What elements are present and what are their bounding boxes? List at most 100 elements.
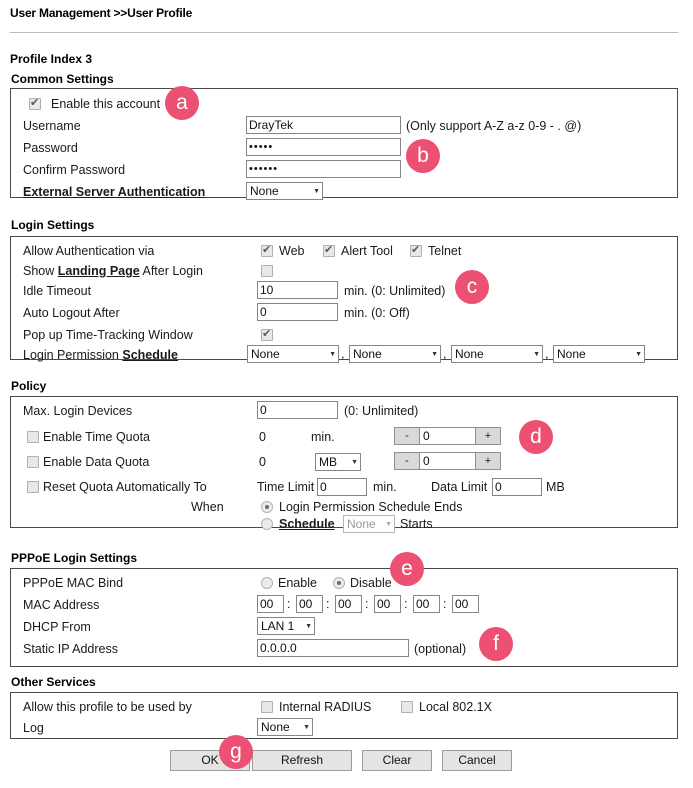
data-quota-unit-select[interactable]: MB [315,453,361,471]
static-ip-hint: (optional) [414,642,467,656]
page-title: Profile Index 3 [10,52,93,66]
when-schedule-link[interactable]: Schedule [279,514,335,534]
user-profile-page: User Management >>User Profile Profile I… [0,0,693,788]
username-hint: (Only support A-Z a-z 0-9 - . @) [406,119,582,133]
auto-logout-label: Auto Logout After [23,306,120,320]
when-schedule-ends-radio[interactable] [261,501,273,513]
login-schedule-select-1[interactable]: None [247,345,339,363]
auth-alert-tool-checkbox[interactable] [323,243,335,257]
mac-octet-1[interactable] [257,595,284,613]
password-input[interactable] [246,138,401,156]
dhcp-from-select[interactable]: LAN 1 [257,617,315,635]
pppoe-box: PPPoE MAC Bind Enable Disable MAC Addres… [10,568,678,667]
schedule-separator-2: , [443,347,447,361]
when-schedule-starts-suffix: Starts [400,517,433,531]
time-quota-stepper-value[interactable]: 0 [420,427,475,445]
local-8021x-label: Local 802.1X [419,700,492,714]
enable-account-label: Enable this account [51,97,161,111]
mac-separator-5: : [443,597,447,611]
time-quota-minus-button[interactable]: - [394,427,420,445]
auth-web-checkbox[interactable] [261,243,273,257]
max-login-devices-label: Max. Login Devices [23,404,133,418]
pppoe-enable-radio[interactable] [261,577,273,589]
breadcrumb: User Management >>User Profile [10,6,193,20]
login-schedule-select-4[interactable]: None [553,345,645,363]
mac-octet-4[interactable] [374,595,401,613]
max-login-devices-hint: (0: Unlimited) [344,404,419,418]
refresh-button[interactable]: Refresh [252,750,352,771]
time-quota-plus-button[interactable]: + [475,427,501,445]
login-permission-schedule-link[interactable]: Schedule [122,348,178,362]
section-title-login-settings: Login Settings [11,218,95,232]
static-ip-input[interactable] [257,639,409,657]
mac-separator-2: : [326,597,330,611]
max-login-devices-input[interactable] [257,401,338,419]
log-label: Log [23,721,44,735]
time-limit-label: Time Limit [257,480,315,494]
annotation-marker-g: g [219,735,253,769]
external-auth-select[interactable]: None [246,182,323,200]
other-services-box: Allow this profile to be used by Interna… [10,692,678,739]
static-ip-label: Static IP Address [23,642,118,656]
mac-address-label: MAC Address [23,598,100,612]
login-schedule-select-2[interactable]: None [349,345,441,363]
annotation-marker-e: e [390,552,424,586]
popup-time-tracking-label: Pop up Time-Tracking Window [23,328,193,342]
clear-button[interactable]: Clear [362,750,432,771]
auto-logout-input[interactable] [257,303,338,321]
mac-octet-3[interactable] [335,595,362,613]
internal-radius-label: Internal RADIUS [279,700,372,714]
landing-prefix: Show [23,264,58,278]
auth-telnet-label: Telnet [428,244,462,258]
reset-quota-checkbox[interactable] [27,481,39,493]
annotation-marker-d: d [519,420,553,454]
auth-telnet-checkbox[interactable] [410,243,422,257]
dhcp-from-label: DHCP From [23,620,91,634]
show-landing-page-checkbox[interactable] [261,265,273,277]
when-schedule-starts-radio[interactable] [261,518,273,530]
local-8021x-checkbox[interactable] [401,701,413,713]
enable-account-checkbox[interactable] [29,96,41,110]
external-server-authentication-link[interactable]: External Server Authentication [23,182,205,202]
popup-time-tracking-checkbox[interactable] [261,327,273,341]
log-select[interactable]: None [257,718,313,736]
enable-data-quota-checkbox[interactable] [27,456,39,468]
data-quota-stepper-value[interactable]: 0 [420,452,475,470]
common-settings-box: Enable this account Username (Only suppo… [10,88,678,200]
pppoe-disable-radio[interactable] [333,577,345,589]
annotation-marker-b: b [406,139,440,173]
landing-suffix: After Login [139,264,203,278]
allow-profile-label: Allow this profile to be used by [23,700,192,714]
password-label: Password [23,141,78,155]
annotation-marker-c: c [455,270,489,304]
mac-separator-3: : [365,597,369,611]
enable-time-quota-checkbox[interactable] [27,431,39,443]
mac-octet-2[interactable] [296,595,323,613]
login-schedule-select-3[interactable]: None [451,345,543,363]
login-permission-row-label: Login Permission Schedule [23,345,178,365]
mac-octet-6[interactable] [452,595,479,613]
idle-timeout-input[interactable] [257,281,338,299]
data-quota-plus-button[interactable]: + [475,452,501,470]
schedule-separator-3: , [545,347,549,361]
pppoe-enable-label: Enable [278,576,317,590]
data-quota-minus-button[interactable]: - [394,452,420,470]
auto-logout-hint: min. (0: Off) [344,306,410,320]
time-limit-input[interactable] [317,478,367,496]
login-settings-box: Allow Authentication via Web Alert Tool … [10,236,678,363]
data-limit-input[interactable] [492,478,542,496]
username-input[interactable] [246,116,401,134]
when-schedule-select[interactable]: None [343,515,395,533]
cancel-button[interactable]: Cancel [442,750,512,771]
confirm-password-input[interactable] [246,160,401,178]
landing-page-link[interactable]: Landing Page [58,264,140,278]
time-quota-unit: min. [311,430,335,444]
mac-octet-5[interactable] [413,595,440,613]
data-limit-label: Data Limit [431,480,488,494]
time-quota-stepper[interactable]: - 0 + [394,427,501,445]
mac-separator-1: : [287,597,291,611]
data-quota-stepper[interactable]: - 0 + [394,452,501,470]
confirm-password-label: Confirm Password [23,163,126,177]
internal-radius-checkbox[interactable] [261,701,273,713]
allow-auth-label: Allow Authentication via [23,244,155,258]
